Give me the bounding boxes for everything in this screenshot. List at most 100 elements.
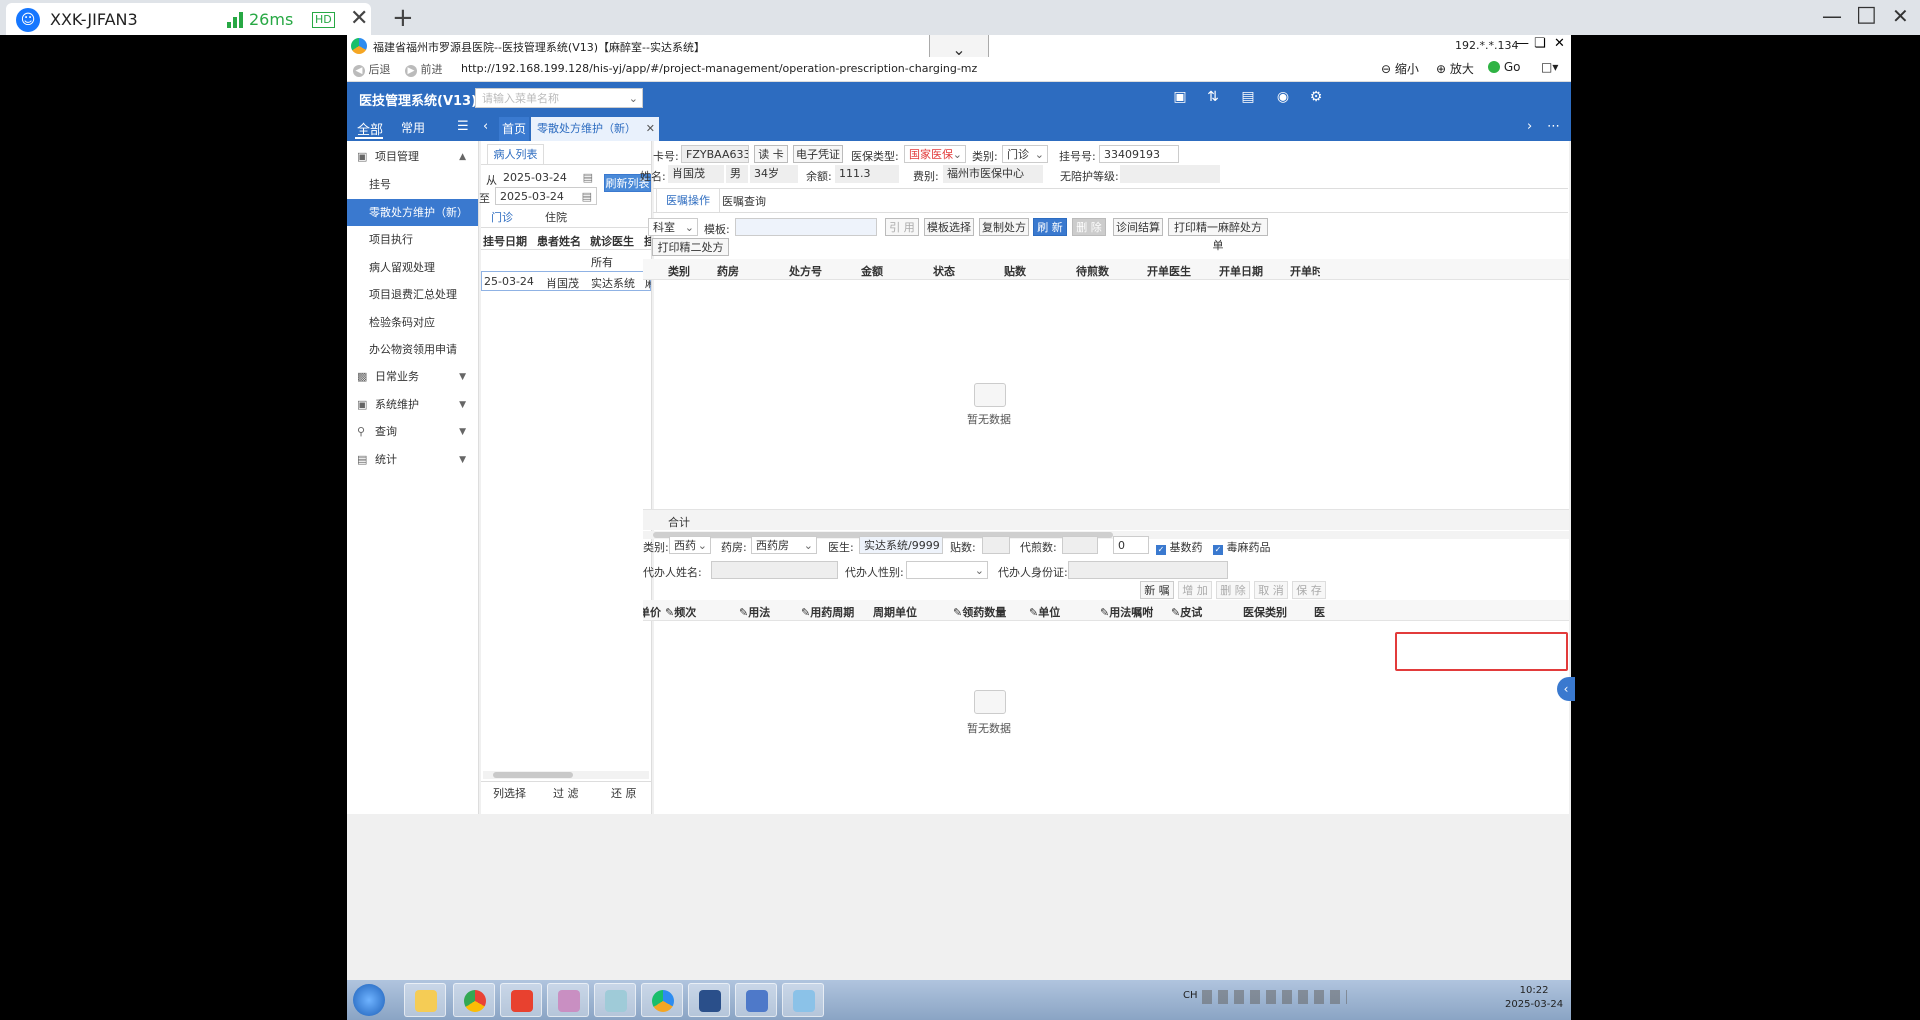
tab-close-icon[interactable]: ✕ [646,117,655,141]
tab-current[interactable]: 零散处方维护（新） ✕ [531,117,659,141]
patient-list-tab[interactable]: 病人列表 [487,144,544,165]
template-input[interactable] [735,218,877,236]
agent-sex-select[interactable]: ⌄ [906,561,988,579]
sidebar-item[interactable]: 病人留观处理 [347,254,478,281]
filter-all[interactable]: 所有 [591,254,613,270]
monitor-icon[interactable]: ▣ [1170,89,1190,107]
menu-search-select[interactable]: 请输入菜单名称 ⌄ [475,88,643,108]
remote-session-tab[interactable]: ☺ XXK-JIFAN3 26ms HD ✕ [6,3,371,35]
horizontal-scrollbar[interactable] [483,771,649,779]
col-unit[interactable]: ✎单位 [1029,604,1060,620]
read-card-button[interactable]: 读 卡 [754,145,788,163]
close-tab-icon[interactable]: ✕ [350,6,368,31]
sidebar-group-project[interactable]: ▣ 项目管理 ▲ [347,144,478,170]
tab-more-icon[interactable]: ⋯ [1547,119,1560,134]
taskbar-his[interactable] [641,983,683,1017]
sidebar-group-system[interactable]: ▣ 系统维护 ▼ [347,392,478,418]
col-quantity[interactable]: ✎领药数量 [953,604,1006,620]
copy-prescription-button[interactable]: 复制处方 [979,218,1029,236]
col-category[interactable]: 类别 [668,263,690,279]
cancel-button[interactable]: 取 消 [1254,581,1288,599]
sidebar-item[interactable]: 项目退费汇总处理 [347,281,478,308]
taskbar-app4[interactable] [547,983,589,1017]
go-button[interactable]: Go [1488,60,1520,74]
back-button[interactable]: ◀ 后退 [353,61,391,77]
menu-toggle-icon[interactable]: ☰ [457,119,469,134]
maximize-icon[interactable]: □ [1856,2,1877,27]
remove-button[interactable]: 删 除 [1216,581,1250,599]
template-select-button[interactable]: 模板选择 [924,218,974,236]
reg-no-field[interactable]: 33409193 [1099,145,1179,163]
decoct-value-field[interactable]: 0 [1113,536,1149,554]
table-row[interactable]: 25-03-24 肖国茂 实达系统 麻 [481,271,651,291]
agent-id-field[interactable] [1068,561,1228,579]
col-status[interactable]: 状态 [933,263,955,279]
tab-order-query[interactable]: 医嘱查询 [722,193,766,209]
dept-select[interactable]: 科室 ⌄ [648,218,698,236]
tray-lang[interactable]: CH [1183,990,1198,1001]
col-instruction[interactable]: ✎用法嘱咐 [1100,604,1153,620]
start-button-icon[interactable] [353,984,385,1016]
new-tab-icon[interactable]: + [392,3,414,33]
col-amount[interactable]: 金额 [861,263,883,279]
tray-icons[interactable] [1202,990,1347,1004]
new-order-button[interactable]: 新 嘱 [1140,581,1174,599]
more-menu-icon[interactable]: □▾ [1541,60,1558,74]
filter-button[interactable]: 过 滤 [553,785,579,801]
col-more[interactable]: 医 [1314,604,1325,620]
tab-next-icon[interactable]: › [1527,119,1532,134]
col-frequency[interactable]: ✎频次 [665,604,696,620]
tab-outpatient[interactable]: 门诊 [491,209,513,225]
taskbar-paint[interactable] [782,983,824,1017]
sidebar-item[interactable]: 项目执行 [347,226,478,253]
sidebar-group-daily[interactable]: ▩ 日常业务 ▼ [347,364,478,390]
restore-button[interactable]: 还 原 [611,785,637,801]
date-from-input[interactable]: 2025-03-24 ▤ [499,169,597,187]
col-reg-date[interactable]: 挂号日期 [483,233,527,249]
doctor-field[interactable]: 实达系统/9999 [859,536,943,554]
col-rx-no[interactable]: 处方号 [789,263,822,279]
col-doctor[interactable]: 开单医生 [1147,263,1191,279]
taskbar-app5[interactable] [594,983,636,1017]
minimize-icon[interactable]: — [1822,4,1842,28]
col-decoct[interactable]: 待煎数 [1076,263,1109,279]
zoom-out-button[interactable]: ⊖ 缩小 [1381,60,1419,77]
tab-inpatient[interactable]: 住院 [545,209,567,225]
print-jing2-button[interactable]: 打印精二处方单 [652,238,729,272]
taskbar-chrome[interactable] [453,983,495,1017]
sidebar-item-active[interactable]: 零散处方维护（新） [347,199,478,226]
tab-all[interactable]: 全部 [357,119,383,138]
col-unit-price[interactable]: 单价 [643,604,661,620]
taskbar-remote[interactable] [735,983,777,1017]
win-minimize-icon[interactable]: — [1516,36,1529,51]
tab-common[interactable]: 常用 [401,119,425,136]
sidebar-item[interactable]: 办公物资领用申请 [347,336,478,363]
sidebar-group-stats[interactable]: ▤ 统计 ▼ [347,447,478,473]
card-number-field[interactable]: FZYBAA6335 [681,145,749,163]
zoom-in-button[interactable]: ⊕ 放大 [1436,60,1474,77]
transfer-icon[interactable]: ⇅ [1203,89,1223,107]
agent-name-field[interactable] [711,561,838,579]
category-select[interactable]: 门诊 ⌄ [1002,145,1048,163]
cat-select[interactable]: 西药 ⌄ [669,536,711,554]
col-date[interactable]: 开单日期 [1219,263,1263,279]
eye-icon[interactable]: ◉ [1273,89,1293,107]
tab-prev-icon[interactable]: ‹ [483,119,488,134]
sidebar-item[interactable]: 检验条码对应 [347,309,478,336]
print-jing1-button[interactable]: 打印精一麻醉处方单 [1168,218,1268,252]
taskbar-wps[interactable] [500,983,542,1017]
col-doses[interactable]: 贴数 [1004,263,1026,279]
narcotic-checkbox[interactable]: ✓ 毒麻药品 [1213,539,1271,555]
win-close-icon[interactable]: ✕ [1554,36,1565,51]
col-cycle[interactable]: ✎用药周期 [801,604,854,620]
add-button[interactable]: 增 加 [1178,581,1212,599]
col-skin-test[interactable]: ✎皮试 [1171,604,1202,620]
taskbar-explorer[interactable] [404,983,446,1017]
use-button[interactable]: 引 用 [885,218,919,236]
insurance-type-select[interactable]: 国家医保 ⌄ [904,145,966,163]
url-text[interactable]: http://192.168.199.128/his-yj/app/#/proj… [461,62,977,75]
forward-button[interactable]: ▶ 前进 [405,61,443,77]
col-cycle-unit[interactable]: 周期单位 [873,604,917,620]
save-button[interactable]: 保 存 [1292,581,1326,599]
window-close-icon[interactable]: ✕ [1892,4,1909,28]
